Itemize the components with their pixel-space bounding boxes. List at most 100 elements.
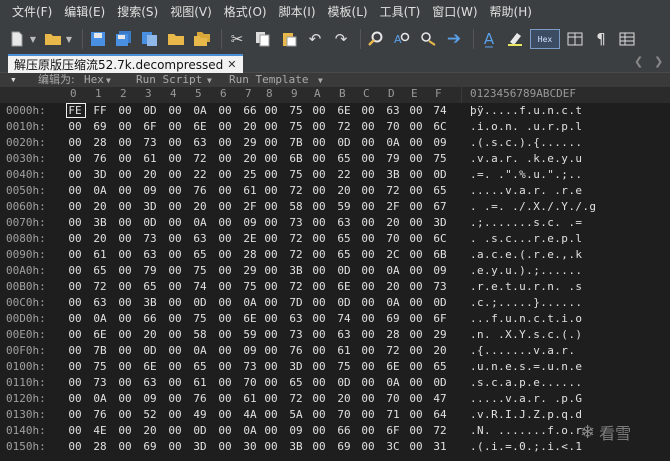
hex-byte[interactable]: 61 (191, 375, 209, 390)
hex-byte[interactable]: 00 (262, 391, 280, 406)
hex-byte[interactable]: 0A (241, 423, 259, 438)
hex-byte[interactable]: 00 (166, 375, 184, 390)
hex-byte[interactable]: 00 (166, 151, 184, 166)
ascii-text[interactable]: .a.c.e.(.r.e.,.k (470, 247, 582, 262)
hex-byte[interactable]: 0D (431, 375, 449, 390)
hex-byte[interactable]: 70 (384, 119, 402, 134)
hex-byte[interactable]: 00 (359, 151, 377, 166)
hex-byte[interactable]: 00 (310, 407, 328, 422)
hex-byte[interactable]: 00 (216, 183, 234, 198)
hex-byte[interactable]: 0A (191, 343, 209, 358)
hex-byte[interactable]: 00 (262, 135, 280, 150)
hex-byte[interactable]: 00 (407, 407, 425, 422)
hex-byte[interactable]: 0A (91, 183, 109, 198)
hex-row[interactable]: 0050h: 00 0A 00 09 00 76 00 61 00 72 00 20 00 72 00 65..… (0, 183, 670, 198)
hex-byte[interactable]: 00 (116, 391, 134, 406)
hex-byte[interactable]: 69 (384, 311, 402, 326)
hex-byte[interactable]: 00 (116, 439, 134, 454)
hex-byte[interactable]: 20 (384, 215, 402, 230)
hex-byte[interactable]: 00 (166, 263, 184, 278)
hex-byte[interactable]: 79 (141, 263, 159, 278)
hex-byte[interactable]: 73 (431, 279, 449, 294)
hex-byte[interactable]: 00 (116, 295, 134, 310)
hex-byte[interactable]: 20 (141, 327, 159, 342)
hex-byte[interactable]: 00 (359, 215, 377, 230)
hex-byte[interactable]: 00 (310, 391, 328, 406)
hex-byte[interactable]: 00 (116, 343, 134, 358)
hex-byte[interactable]: 3B (141, 295, 159, 310)
hex-byte[interactable]: 20 (91, 199, 109, 214)
hex-byte[interactable]: 75 (241, 279, 259, 294)
hex-byte[interactable]: 75 (91, 359, 109, 374)
hex-byte[interactable]: 3B (91, 215, 109, 230)
hex-byte[interactable]: 3B (287, 263, 305, 278)
hex-byte[interactable]: 73 (287, 215, 305, 230)
hex-byte[interactable]: 00 (262, 151, 280, 166)
hex-byte[interactable]: 09 (287, 423, 305, 438)
hex-mode-icon[interactable]: Hex (530, 29, 560, 49)
save-icon[interactable] (87, 28, 109, 50)
hex-byte[interactable]: 00 (166, 103, 184, 118)
hex-byte[interactable]: 00 (66, 151, 84, 166)
hex-byte[interactable]: 63 (191, 231, 209, 246)
hex-byte[interactable]: 00 (310, 103, 328, 118)
hex-byte[interactable]: 61 (241, 391, 259, 406)
hex-byte[interactable]: 00 (66, 231, 84, 246)
hex-byte[interactable]: 00 (216, 279, 234, 294)
hex-byte[interactable]: 00 (166, 359, 184, 374)
folders-icon[interactable] (191, 28, 213, 50)
hex-byte[interactable]: 29 (241, 135, 259, 150)
hex-byte[interactable]: 00 (359, 263, 377, 278)
hex-byte[interactable]: 00 (166, 391, 184, 406)
hex-byte[interactable]: 00 (216, 311, 234, 326)
hex-row[interactable]: 00F0h: 00 7B 00 0D 00 0A 00 09 00 76 00 61 00 72 00 20 .{… (0, 343, 670, 358)
hex-byte[interactable]: 00 (310, 423, 328, 438)
hex-byte[interactable]: 00 (66, 327, 84, 342)
hex-byte[interactable]: 6F (141, 119, 159, 134)
hex-byte[interactable]: 00 (216, 295, 234, 310)
hex-byte[interactable]: 0D (335, 135, 353, 150)
hex-byte[interactable]: 65 (191, 359, 209, 374)
hex-byte[interactable]: 65 (335, 151, 353, 166)
hex-byte[interactable]: 2F (241, 199, 259, 214)
goto-icon[interactable]: ➔ (443, 28, 465, 50)
ascii-text[interactable]: .v.a.r. .k.e.y.u (470, 151, 582, 166)
hex-byte[interactable]: 09 (431, 263, 449, 278)
hex-byte[interactable]: 7B (91, 343, 109, 358)
hex-byte[interactable]: 72 (431, 423, 449, 438)
hex-byte[interactable]: 20 (431, 343, 449, 358)
hex-byte[interactable]: 00 (66, 247, 84, 262)
collapse-arrow-icon[interactable]: ▾ (10, 73, 17, 87)
hex-byte[interactable]: 00 (216, 359, 234, 374)
hex-byte[interactable]: 3D (431, 215, 449, 230)
hex-row[interactable]: 00B0h: 00 72 00 65 00 74 00 75 00 72 00 6E 00 20 00 73 .r… (0, 279, 670, 294)
hex-row[interactable]: 0040h: 00 3D 00 20 00 22 00 25 00 75 00 22 00 3B 00 0D .=… (0, 167, 670, 182)
hex-byte[interactable]: 00 (216, 247, 234, 262)
hex-byte[interactable]: 00 (262, 119, 280, 134)
hex-byte[interactable]: 00 (262, 375, 280, 390)
hex-byte[interactable]: 76 (91, 151, 109, 166)
hex-byte[interactable]: 29 (431, 327, 449, 342)
paste-icon[interactable] (278, 28, 300, 50)
hex-byte[interactable]: 47 (431, 391, 449, 406)
ascii-text[interactable]: . .s.c...r.e.p.l (470, 231, 582, 246)
hex-row[interactable]: 0020h: 00 28 00 73 00 63 00 29 00 7B 00 0D 00 0A 00 09 .(… (0, 135, 670, 150)
hex-byte[interactable]: 00 (262, 359, 280, 374)
hex-byte[interactable]: 0D (335, 295, 353, 310)
hex-byte[interactable]: 67 (431, 199, 449, 214)
hex-byte[interactable]: 61 (141, 151, 159, 166)
ascii-text[interactable]: .....v.a.r. .p.G (470, 391, 582, 406)
hex-byte[interactable]: 00 (216, 375, 234, 390)
hex-byte[interactable]: 6E (335, 103, 353, 118)
hex-byte[interactable]: 00 (407, 295, 425, 310)
hex-byte[interactable]: 00 (262, 247, 280, 262)
hex-byte[interactable]: 0A (384, 295, 402, 310)
hex-byte[interactable]: 00 (116, 359, 134, 374)
hex-byte[interactable]: 22 (191, 167, 209, 182)
hex-row[interactable]: 0080h: 00 20 00 73 00 63 00 2E 00 72 00 65 00 70 00 6C. … (0, 231, 670, 246)
hex-byte[interactable]: 0D (335, 263, 353, 278)
hex-byte[interactable]: 00 (407, 343, 425, 358)
hex-byte[interactable]: 00 (66, 407, 84, 422)
hex-byte[interactable]: 00 (166, 231, 184, 246)
hex-byte[interactable]: 00 (116, 231, 134, 246)
